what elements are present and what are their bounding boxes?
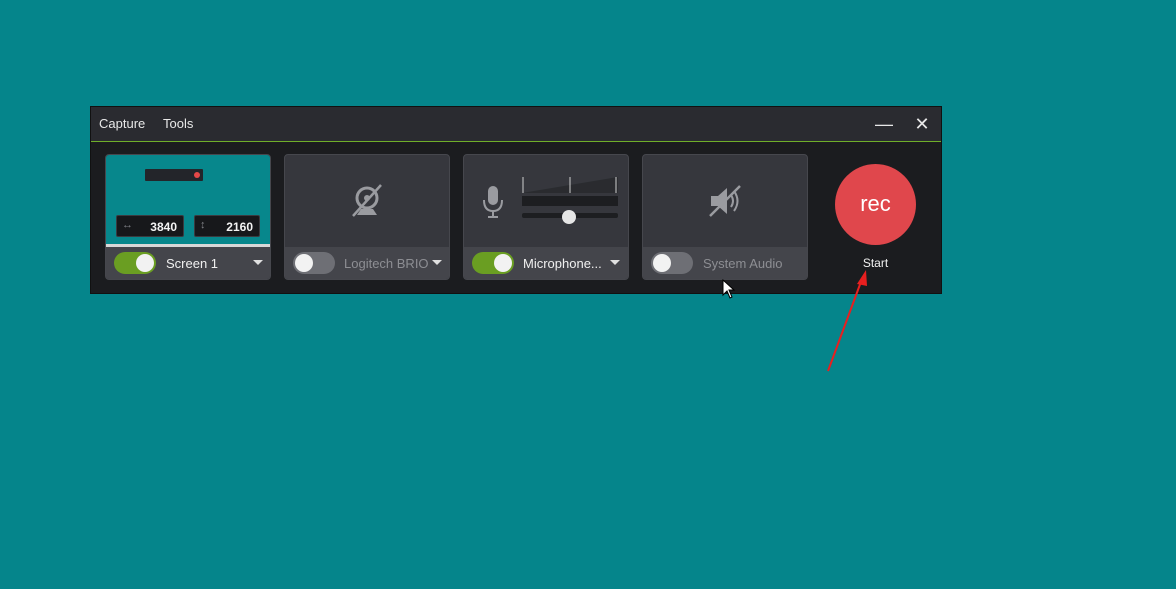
volume-slider-knob[interactable] <box>562 210 576 224</box>
screen-label: Screen 1 <box>166 256 219 271</box>
microphone-toggle[interactable] <box>472 252 514 274</box>
microphone-panel[interactable]: Microphone... <box>463 154 629 280</box>
screen-toggle[interactable] <box>114 252 156 274</box>
record-button[interactable]: rec <box>835 164 916 245</box>
camera-toggle[interactable] <box>293 252 335 274</box>
microphone-icon <box>483 186 503 218</box>
start-label: Start <box>862 256 889 270</box>
system-audio-toggle[interactable] <box>651 252 693 274</box>
annotation-arrow <box>827 270 867 372</box>
microphone-dropdown-icon[interactable] <box>610 260 620 265</box>
mouse-cursor-icon <box>722 279 736 299</box>
screen-panel[interactable]: ↔ 3840 ↕ 2160 Screen 1 <box>105 154 271 280</box>
screen-panel-footer: Screen 1 <box>106 247 270 279</box>
microphone-label: Microphone... <box>523 256 602 271</box>
height-arrows-icon: ↕ <box>200 219 206 231</box>
system-audio-label: System Audio <box>703 256 783 271</box>
camera-panel[interactable]: Logitech BRIO <box>284 154 450 280</box>
camera-dropdown-icon[interactable] <box>432 260 442 265</box>
title-bar: Capture Tools — ✕ <box>91 107 941 142</box>
close-button[interactable]: ✕ <box>910 112 934 136</box>
system-audio-panel[interactable]: System Audio <box>642 154 808 280</box>
recorder-window: Capture Tools — ✕ ↔ 3840 ↕ 2160 Screen 1 <box>90 106 942 294</box>
height-value: 2160 <box>226 220 253 234</box>
width-arrows-icon: ↔ <box>122 219 133 231</box>
height-field[interactable]: ↕ 2160 <box>194 215 260 237</box>
preview-recorder-thumbnail <box>145 169 203 181</box>
camera-off-icon <box>352 184 382 217</box>
menu-capture[interactable]: Capture <box>99 116 145 131</box>
microphone-panel-footer: Microphone... <box>464 247 628 279</box>
width-field[interactable]: ↔ 3840 <box>116 215 184 237</box>
minimize-button[interactable]: — <box>872 112 896 136</box>
screen-dropdown-icon[interactable] <box>253 260 263 265</box>
camera-label: Logitech BRIO <box>344 256 429 271</box>
screen-preview: ↔ 3840 ↕ 2160 <box>106 155 270 248</box>
speaker-muted-icon <box>709 185 741 217</box>
system-audio-panel-footer: System Audio <box>643 247 807 279</box>
menu-tools[interactable]: Tools <box>163 116 193 131</box>
camera-panel-footer: Logitech BRIO <box>285 247 449 279</box>
width-value: 3840 <box>150 220 177 234</box>
